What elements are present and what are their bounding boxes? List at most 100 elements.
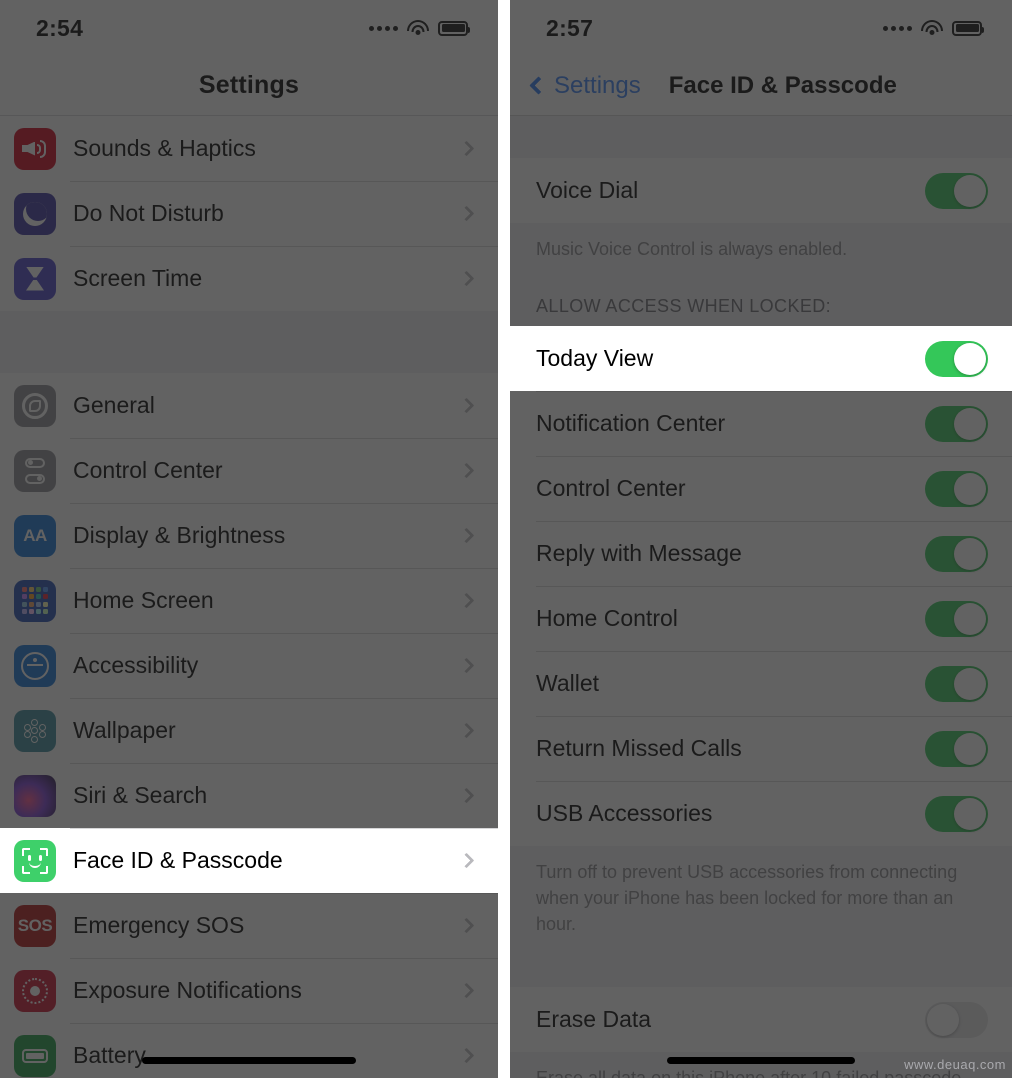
left-status-bar: 2:54 [0, 0, 498, 56]
control-center-toggle[interactable] [925, 470, 988, 507]
chevron-right-icon [458, 852, 475, 869]
setting-row-wallet[interactable]: Wallet [510, 651, 1012, 717]
sidebar-item-control-center[interactable]: Control Center [0, 438, 498, 503]
battery-icon [14, 1034, 56, 1077]
row-label: Control Center [536, 475, 686, 502]
sidebar-item-exposure-notifications[interactable]: Exposure Notifications [0, 958, 498, 1023]
row-label: USB Accessories [536, 800, 713, 827]
panel-gap [498, 0, 510, 1078]
back-button[interactable]: Settings [529, 71, 641, 100]
left-phone-settings-screen: 2:54 Settings Sounds & Haptics Do Not Di… [0, 0, 498, 1078]
row-label: Wallet [536, 670, 600, 697]
chevron-right-icon [458, 270, 475, 287]
hourglass-icon [14, 257, 56, 300]
reply-with-message-toggle[interactable] [925, 535, 988, 572]
setting-row-return-missed-calls[interactable]: Return Missed Calls [510, 716, 1012, 782]
right-status-indicators [883, 19, 984, 37]
wifi-icon [407, 19, 429, 37]
today-view-toggle[interactable] [925, 340, 988, 377]
voice-dial-footnote-wrap: Music Voice Control is always enabled. [510, 223, 1012, 269]
erase-data-toggle[interactable] [925, 1001, 988, 1038]
sidebar-item-do-not-disturb[interactable]: Do Not Disturb [0, 181, 498, 246]
chevron-right-icon [458, 917, 475, 934]
voice-dial-footnote: Music Voice Control is always enabled. [510, 223, 1012, 263]
usb-footnote-wrap: Turn off to prevent USB accessories from… [510, 846, 1012, 962]
sidebar-item-face-id-passcode[interactable]: Face ID & Passcode [0, 828, 498, 893]
setting-row-control-center[interactable]: Control Center [510, 456, 1012, 522]
battery-icon [438, 20, 470, 36]
chevron-right-icon [458, 982, 475, 999]
sidebar-item-home-screen[interactable]: Home Screen [0, 568, 498, 633]
setting-row-notification-center[interactable]: Notification Center [510, 391, 1012, 457]
row-label: Wallpaper [73, 717, 176, 743]
flower-icon [14, 709, 56, 752]
notification-center-toggle[interactable] [925, 405, 988, 442]
signal-dots-icon [369, 25, 398, 31]
sidebar-item-screen-time[interactable]: Screen Time [0, 246, 498, 311]
row-label: Today View [536, 345, 654, 372]
row-label: Exposure Notifications [73, 977, 302, 1003]
wallet-toggle[interactable] [925, 665, 988, 702]
setting-row-reply-with-message[interactable]: Reply with Message [510, 521, 1012, 587]
row-label: Siri & Search [73, 782, 208, 808]
sidebar-item-wallpaper[interactable]: Wallpaper [0, 698, 498, 763]
return-missed-calls-toggle[interactable] [925, 730, 988, 767]
sidebar-item-emergency-sos[interactable]: SOS Emergency SOS [0, 893, 498, 958]
page-title: Face ID & Passcode [668, 71, 897, 99]
battery-icon [952, 20, 984, 36]
app-grid-icon [14, 579, 56, 622]
wifi-icon [921, 19, 943, 37]
right-phone-faceid-screen: 2:57 Settings Face ID & Passcode Voice D… [510, 0, 1012, 1078]
row-label: Return Missed Calls [536, 735, 742, 762]
sidebar-item-general[interactable]: General [0, 373, 498, 438]
top-spacer [510, 116, 1012, 158]
row-label: Notification Center [536, 410, 726, 437]
chevron-left-icon [529, 76, 548, 95]
text-size-icon: AA [14, 514, 56, 557]
row-label: Control Center [73, 457, 223, 483]
home-indicator [142, 1057, 356, 1064]
sidebar-item-accessibility[interactable]: Accessibility [0, 633, 498, 698]
settings-group-divider [0, 311, 498, 373]
row-label: Reply with Message [536, 540, 742, 567]
left-status-time: 2:54 [36, 14, 84, 41]
watermark: www.deuaq.com [904, 1057, 1006, 1072]
setting-row-voice-dial[interactable]: Voice Dial [510, 158, 1012, 223]
right-status-time: 2:57 [546, 14, 594, 41]
chevron-right-icon [458, 140, 475, 157]
setting-row-erase-data[interactable]: Erase Data [510, 987, 1012, 1053]
setting-row-home-control[interactable]: Home Control [510, 586, 1012, 652]
sidebar-item-battery[interactable]: Battery [0, 1023, 498, 1078]
sidebar-item-siri-search[interactable]: Siri & Search [0, 763, 498, 828]
row-label: Home Control [536, 605, 678, 632]
setting-row-usb-accessories[interactable]: USB Accessories [510, 781, 1012, 847]
usb-accessories-toggle[interactable] [925, 795, 988, 832]
section-header-allow-access: ALLOW ACCESS WHEN LOCKED: [510, 268, 1012, 327]
chevron-right-icon [458, 1047, 475, 1064]
home-control-toggle[interactable] [925, 600, 988, 637]
setting-row-today-view[interactable]: Today View [510, 326, 1012, 392]
page-title: Settings [198, 71, 300, 99]
row-label: Face ID & Passcode [73, 847, 283, 873]
chevron-right-icon [458, 462, 475, 479]
sos-icon: SOS [14, 904, 56, 947]
row-label: General [73, 392, 155, 418]
right-status-bar: 2:57 [510, 0, 1012, 56]
settings-group-1: Sounds & Haptics Do Not Disturb Screen T… [0, 116, 498, 311]
row-label: Emergency SOS [73, 912, 245, 938]
erase-spacer [510, 961, 1012, 988]
control-center-icon [14, 449, 56, 492]
sidebar-item-display-brightness[interactable]: AA Display & Brightness [0, 503, 498, 568]
voice-dial-toggle[interactable] [925, 172, 988, 209]
left-status-indicators [369, 19, 470, 37]
exposure-icon [14, 969, 56, 1012]
chevron-right-icon [458, 722, 475, 739]
row-label: Battery [73, 1042, 146, 1068]
home-indicator [667, 1057, 855, 1064]
face-id-icon [14, 839, 56, 882]
right-nav-bar: Settings Face ID & Passcode [510, 56, 1012, 116]
settings-group-2: General Control Center AA Display & Brig… [0, 373, 498, 1078]
back-button-label: Settings [554, 71, 641, 99]
row-label: Screen Time [73, 265, 203, 291]
sidebar-item-sounds-haptics[interactable]: Sounds & Haptics [0, 116, 498, 181]
